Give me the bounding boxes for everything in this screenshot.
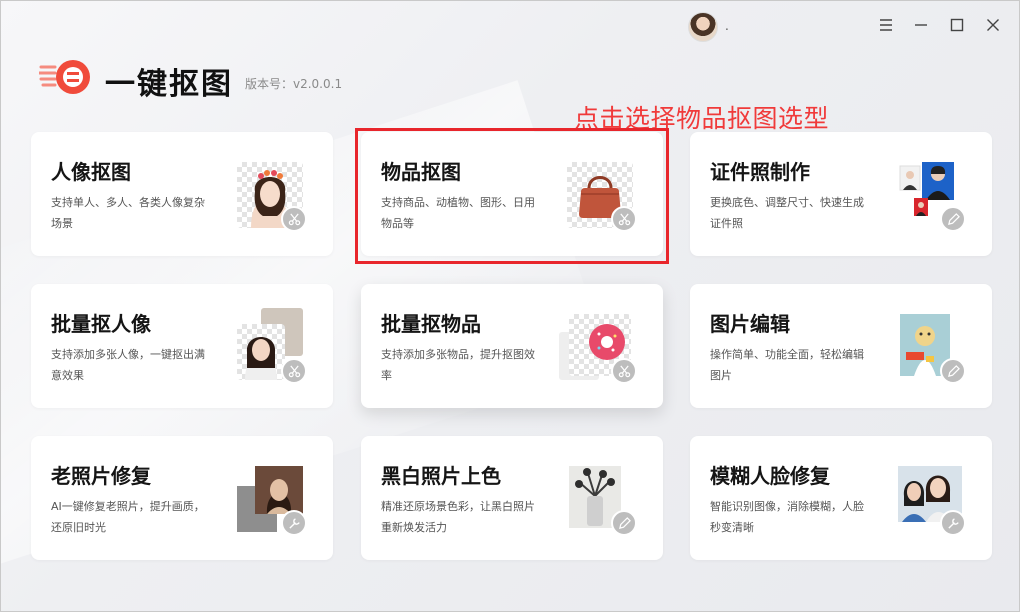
card-title: 图片编辑 (710, 312, 790, 336)
card-title: 黑白照片上色 (381, 464, 501, 488)
faces-thumbnail (896, 466, 966, 536)
card-desc: 支持添加多张物品，提升抠图效率 (381, 348, 535, 382)
card-title: 人像抠图 (51, 160, 131, 184)
card-title: 老照片修复 (51, 464, 151, 488)
card-desc: 支持单人、多人、各类人像复杂场景 (51, 196, 205, 230)
portrait-thumbnail (237, 162, 307, 232)
card-title: 模糊人脸修复 (710, 464, 830, 488)
user-name[interactable]: . (725, 19, 729, 33)
menu-icon (880, 19, 892, 31)
pencil-icon (940, 358, 966, 384)
card-old-photo-repair[interactable]: 老照片修复 AI一键修复老照片，提升画质，还原旧时光 (31, 436, 333, 560)
card-batch-portrait[interactable]: 批量抠人像 支持添加多张人像，一键抠出满意效果 (31, 284, 333, 408)
card-desc: 操作简单、功能全面，轻松编辑图片 (710, 348, 864, 382)
card-desc: 智能识别图像，消除模糊，人脸秒变清晰 (710, 500, 864, 534)
pencil-icon (611, 510, 637, 536)
maximize-icon (950, 18, 964, 32)
app-title: 一键抠图 (105, 67, 233, 102)
card-desc: 精准还原场景色彩，让黑白照片重新焕发活力 (381, 500, 535, 534)
scissors-icon (611, 358, 637, 384)
card-image-edit[interactable]: 图片编辑 操作简单、功能全面，轻松编辑图片 (690, 284, 992, 408)
vase-thumbnail (567, 466, 637, 536)
donut-thumbnail (559, 314, 637, 384)
version-label: 版本号：v2.0.0.1 (245, 77, 343, 91)
card-desc: AI一键修复老照片，提升画质，还原旧时光 (51, 500, 205, 534)
menu-button[interactable] (873, 12, 899, 38)
card-batch-object[interactable]: 批量抠物品 支持添加多张物品，提升抠图效率 (361, 284, 663, 408)
old-photo-thumbnail (237, 466, 307, 536)
card-title: 证件照制作 (710, 160, 810, 184)
maximize-button[interactable] (944, 12, 970, 38)
app-window: . 一键抠图 版本号：v2.0.0.1 点击选择物品抠图选型 人像抠图 支持单人… (0, 0, 1020, 612)
wrench-icon (940, 510, 966, 536)
close-icon (987, 19, 999, 31)
minimize-icon (915, 24, 927, 26)
scissors-icon (281, 206, 307, 232)
portrait-batch-thumbnail (237, 308, 307, 384)
close-button[interactable] (980, 12, 1006, 38)
card-desc: 更换底色、调整尺寸、快速生成证件照 (710, 196, 864, 230)
minimize-button[interactable] (908, 12, 934, 38)
card-portrait-cutout[interactable]: 人像抠图 支持单人、多人、各类人像复杂场景 (31, 132, 333, 256)
card-title: 批量抠人像 (51, 312, 151, 336)
id-photo-thumbnail (896, 162, 966, 232)
card-desc: 支持添加多张人像，一键抠出满意效果 (51, 348, 205, 382)
wrench-icon (281, 510, 307, 536)
card-id-photo[interactable]: 证件照制作 更换底色、调整尺寸、快速生成证件照 (690, 132, 992, 256)
pencil-icon (940, 206, 966, 232)
card-bw-colorize[interactable]: 黑白照片上色 精准还原场景色彩，让黑白照片重新焕发活力 (361, 436, 663, 560)
logo-icon (39, 60, 90, 94)
highlight-box (355, 128, 669, 264)
avatar[interactable] (688, 12, 718, 42)
edit-thumbnail (896, 314, 966, 384)
scissors-icon (281, 358, 307, 384)
card-blurry-face-repair[interactable]: 模糊人脸修复 智能识别图像，消除模糊，人脸秒变清晰 (690, 436, 992, 560)
card-title: 批量抠物品 (381, 312, 481, 336)
